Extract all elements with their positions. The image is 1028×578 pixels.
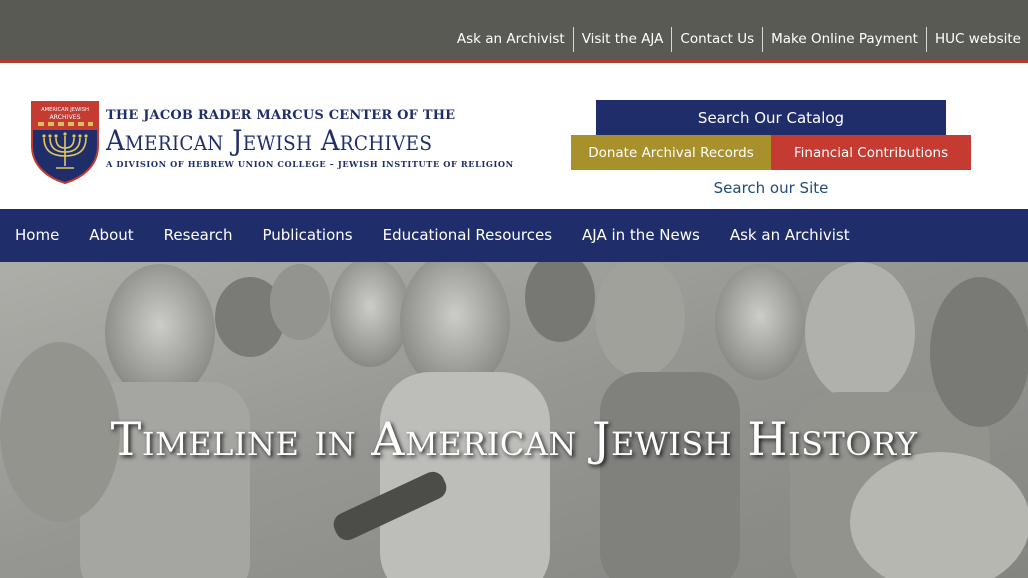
logo-line3: A DIVISION OF HEBREW UNION COLLEGE – JEW… [106, 159, 514, 169]
utility-link-contact-us[interactable]: Contact Us [671, 27, 762, 52]
menorah-shield-icon: AMERICAN JEWISH ARCHIVES [31, 101, 99, 184]
utility-bar: Ask an Archivist Visit the AJA Contact U… [0, 0, 1028, 60]
nav-item-research[interactable]: Research [149, 209, 248, 262]
nav-item-about[interactable]: About [74, 209, 148, 262]
search-catalog-button[interactable]: Search Our Catalog [596, 100, 946, 135]
logo-line2: American Jewish Archives [106, 124, 433, 157]
shield-text-line1: AMERICAN JEWISH [41, 107, 89, 113]
nav-item-ask-an-archivist[interactable]: Ask an Archivist [715, 209, 865, 262]
utility-link-ask-archivist[interactable]: Ask an Archivist [449, 27, 573, 52]
utility-link-huc-website[interactable]: HUC website [925, 27, 1028, 52]
site-logo[interactable]: AMERICAN JEWISH ARCHIVES The Jacob Rader… [30, 100, 514, 184]
shield-text-line2: ARCHIVES [49, 114, 80, 121]
financial-contributions-button[interactable]: Financial Contributions [771, 135, 971, 170]
nav-item-educational-resources[interactable]: Educational Resources [368, 209, 567, 262]
utility-link-visit-aja[interactable]: Visit the AJA [572, 27, 672, 52]
nav-item-aja-in-the-news[interactable]: AJA in the News [567, 209, 715, 262]
hero-banner: Timeline in American Jewish History [0, 262, 1028, 578]
hero-title: Timeline in American Jewish History [110, 412, 918, 466]
utility-link-online-payment[interactable]: Make Online Payment [762, 27, 926, 52]
nav-item-home[interactable]: Home [0, 209, 74, 262]
donate-records-button[interactable]: Donate Archival Records [571, 135, 771, 170]
header-divider [0, 60, 1028, 63]
utility-links: Ask an Archivist Visit the AJA Contact U… [449, 27, 1028, 52]
main-nav: Home About Research Publications Educati… [0, 209, 1028, 262]
logo-line1: The Jacob Rader Marcus Center of the [106, 108, 456, 123]
nav-item-publications[interactable]: Publications [247, 209, 367, 262]
search-site-link[interactable]: Search our Site [596, 176, 946, 200]
logo-text: The Jacob Rader Marcus Center of the Ame… [106, 108, 514, 170]
